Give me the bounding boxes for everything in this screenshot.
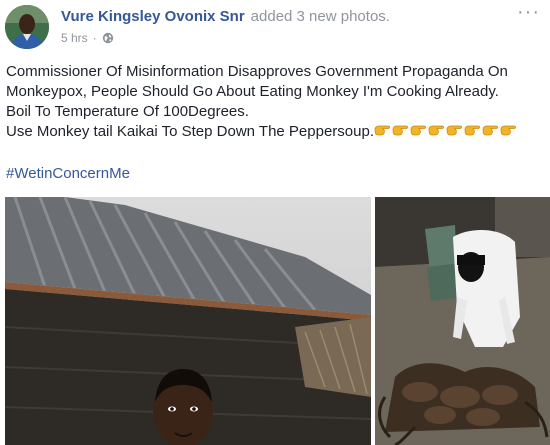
post-options-icon[interactable]: ···	[517, 2, 540, 22]
post-text-line: Use Monkey tail Kaikai To Step Down The …	[6, 123, 374, 140]
hand-pointing-icon	[428, 123, 445, 137]
post-text-line: Boil To Temperature Of 100Degrees.	[6, 103, 249, 120]
photo-man-with-monkeys[interactable]	[375, 197, 550, 445]
post-body: Commissioner Of Misinformation Disapprov…	[6, 62, 546, 142]
avatar-image	[5, 5, 49, 49]
hand-pointing-icon	[392, 123, 409, 137]
emoji-row	[374, 123, 518, 140]
hand-pointing-icon	[482, 123, 499, 137]
hand-pointing-icon	[374, 123, 391, 137]
photo-man-under-roof[interactable]	[5, 197, 371, 445]
hand-pointing-icon	[500, 123, 517, 137]
author-name-link[interactable]: Vure Kingsley Ovonix Snr	[61, 8, 245, 25]
feed-post: Vure Kingsley Ovonix Snr added 3 new phot…	[0, 0, 550, 445]
post-text-line: Commissioner Of Misinformation Disapprov…	[6, 63, 508, 80]
post-header: Vure Kingsley Ovonix Snr added 3 new phot…	[61, 8, 390, 25]
post-text-line-with-emoji: Use Monkey tail Kaikai To Step Down The …	[6, 122, 546, 142]
avatar[interactable]	[5, 5, 49, 49]
photo-image	[5, 197, 371, 445]
hand-pointing-icon	[410, 123, 427, 137]
photo-image	[375, 197, 550, 445]
globe-icon[interactable]	[102, 32, 114, 44]
hand-pointing-icon	[446, 123, 463, 137]
hand-pointing-icon	[464, 123, 481, 137]
hashtag-link[interactable]: #WetinConcernMe	[6, 164, 130, 184]
post-meta: 5 hrs ·	[61, 31, 114, 45]
meta-separator: ·	[92, 31, 97, 45]
post-timestamp[interactable]: 5 hrs	[61, 31, 88, 45]
post-action-text: added 3 new photos.	[250, 8, 390, 25]
post-text-line: Monkeypox, People Should Go About Eating…	[6, 83, 499, 100]
